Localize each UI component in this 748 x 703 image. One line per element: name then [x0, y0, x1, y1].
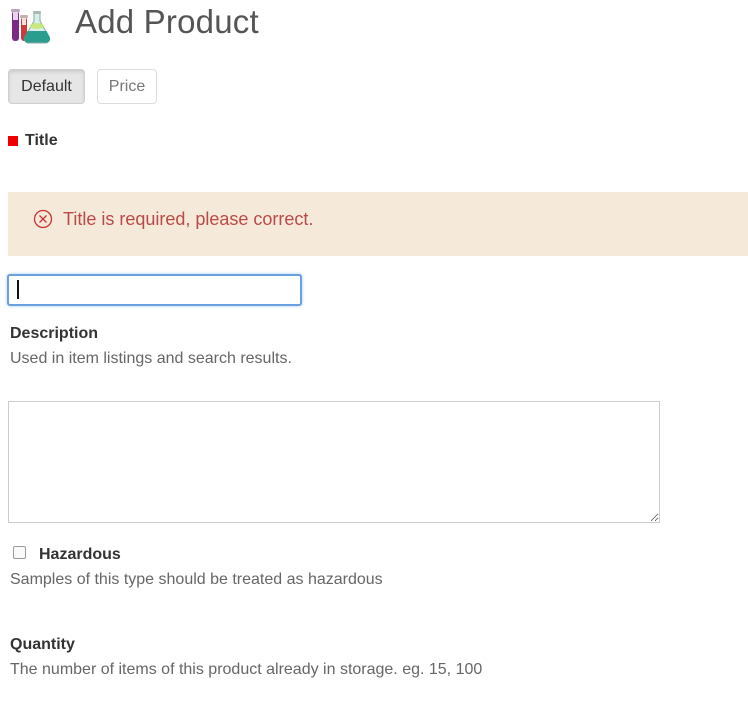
- error-circle-x-icon: [33, 209, 53, 229]
- description-help: Used in item listings and search results…: [10, 350, 292, 367]
- title-label: Title: [25, 132, 58, 149]
- quantity-help: The number of items of this product alre…: [10, 661, 483, 678]
- lab-flasks-icon: [11, 9, 50, 44]
- description-label: Description: [10, 325, 99, 342]
- description-textarea[interactable]: [8, 401, 660, 523]
- hazardous-checkbox[interactable]: [13, 546, 26, 559]
- tab-default[interactable]: Default: [8, 69, 85, 104]
- required-marker-icon: [8, 136, 18, 146]
- hazardous-help: Samples of this type should be treated a…: [10, 571, 383, 588]
- text-caret: [17, 280, 19, 299]
- error-message: Title is required, please correct.: [63, 209, 314, 229]
- tab-price[interactable]: Price: [97, 69, 157, 104]
- quantity-label: Quantity: [10, 636, 75, 653]
- page-title: Add Product: [75, 3, 259, 40]
- hazardous-label[interactable]: Hazardous: [39, 546, 121, 564]
- title-input[interactable]: [7, 274, 302, 306]
